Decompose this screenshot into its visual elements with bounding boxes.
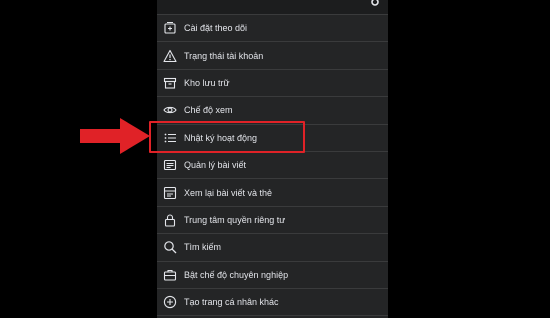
menu-item-label: Bật chế độ chuyên nghiệp xyxy=(184,269,289,280)
menu-item-label: Xem lại bài viết và thẻ xyxy=(184,187,273,198)
menu-item-account-status[interactable]: Trạng thái tài khoản xyxy=(157,42,388,70)
archive-icon xyxy=(163,76,177,90)
warning-icon xyxy=(163,49,177,63)
red-arrow-icon xyxy=(80,118,150,154)
menu-item-archive[interactable]: Kho lưu trữ xyxy=(157,70,388,98)
highlight-box xyxy=(149,121,305,153)
search-icon xyxy=(163,240,177,254)
menu-list: Cài đặt theo dõi Trạng thái tài khoản Kh… xyxy=(157,15,388,317)
menu-item-privacy-center[interactable]: Trung tâm quyền riêng tư xyxy=(157,207,388,235)
menu-item-professional-mode[interactable]: Bật chế độ chuyên nghiệp xyxy=(157,262,388,289)
follow-settings-icon xyxy=(163,21,177,35)
plus-circle-icon xyxy=(163,295,177,309)
review-icon xyxy=(163,186,177,200)
briefcase-icon xyxy=(163,268,177,282)
menu-item-label: Quản lý bài viết xyxy=(184,160,247,171)
menu-item-label: Tìm kiếm xyxy=(184,242,221,253)
menu-item-manage-posts[interactable]: Quản lý bài viết xyxy=(157,152,388,180)
post-icon xyxy=(163,158,177,172)
menu-item-label: Tạo trang cá nhân khác xyxy=(184,297,279,308)
menu-item-label: Chế độ xem xyxy=(184,105,233,116)
lock-icon xyxy=(163,213,177,227)
menu-item-label: Kho lưu trữ xyxy=(184,77,230,88)
eye-icon xyxy=(163,103,177,117)
menu-item-create-profile[interactable]: Tạo trang cá nhân khác xyxy=(157,289,388,317)
menu-item-follow-settings[interactable]: Cài đặt theo dõi xyxy=(157,15,388,43)
top-bar xyxy=(157,0,388,15)
menu-item-label: Trạng thái tài khoản xyxy=(184,50,264,61)
menu-item-search[interactable]: Tìm kiếm xyxy=(157,234,388,262)
menu-panel: Cài đặt theo dõi Trạng thái tài khoản Kh… xyxy=(157,0,388,318)
gear-icon[interactable] xyxy=(370,0,380,8)
menu-item-label: Trung tâm quyền riêng tư xyxy=(184,214,286,225)
menu-item-label: Cài đặt theo dõi xyxy=(184,23,248,34)
menu-item-review-posts-tags[interactable]: Xem lại bài viết và thẻ xyxy=(157,179,388,207)
